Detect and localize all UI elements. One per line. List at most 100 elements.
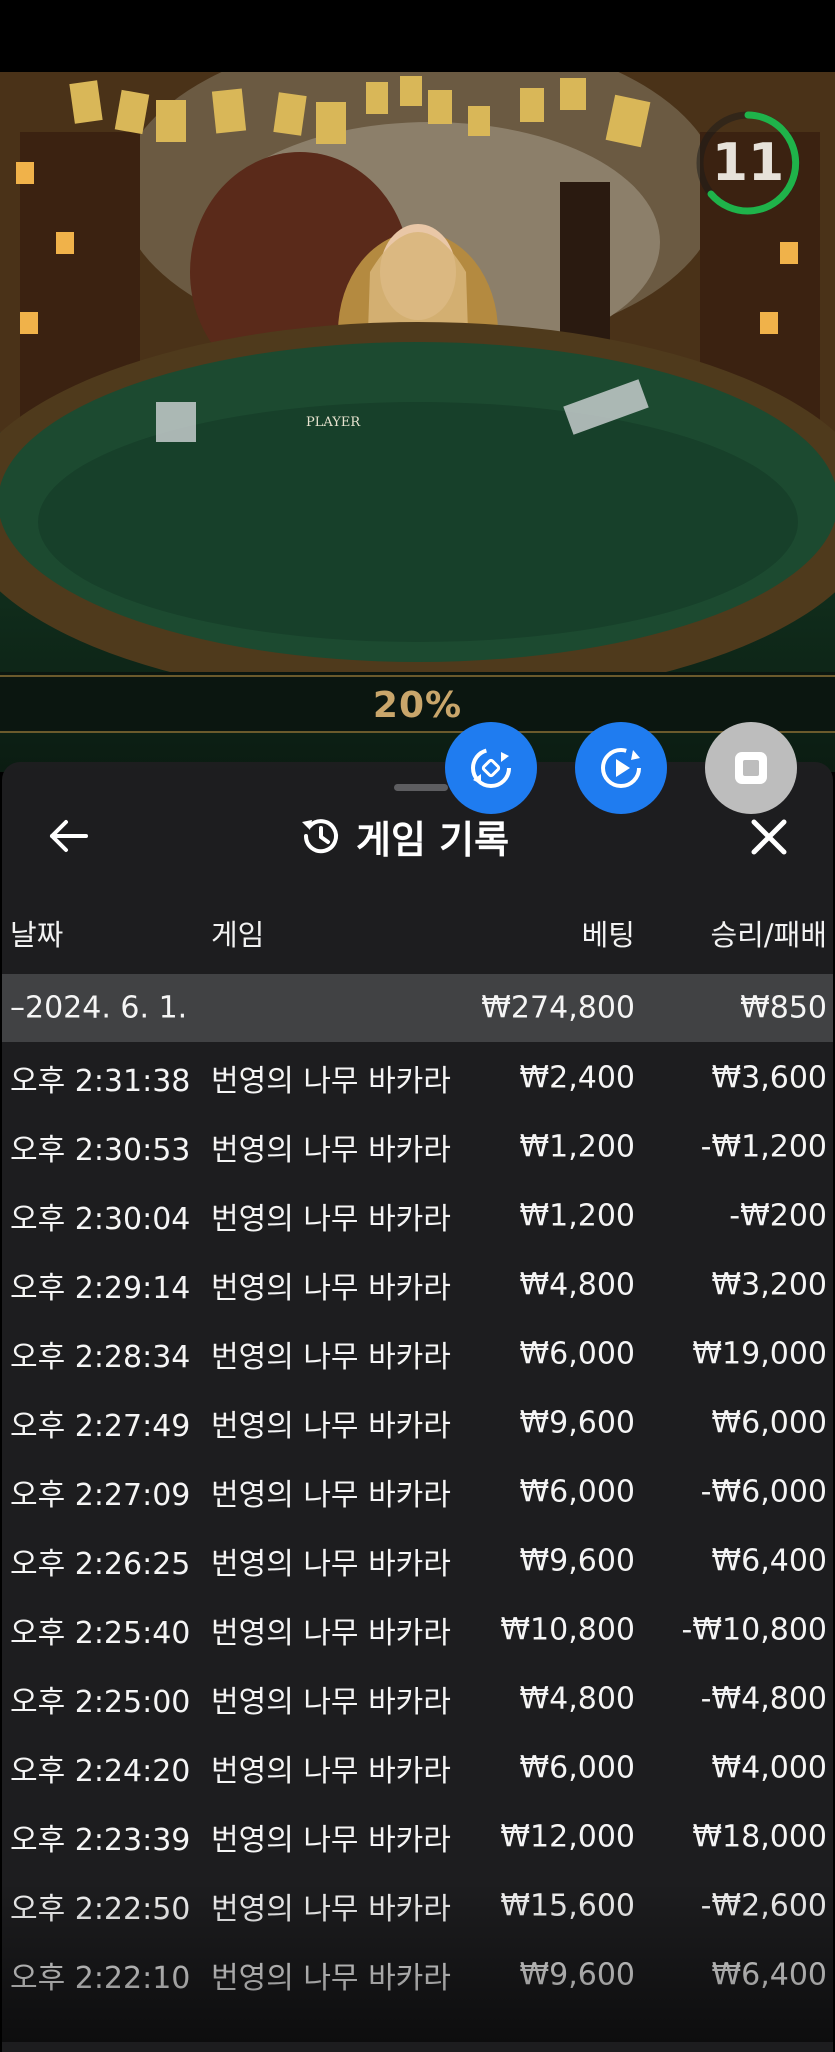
- row-bet: ₩1,200: [519, 1129, 635, 1164]
- history-row[interactable]: 오후 2:27:49 번영의 나무 바카라 ₩9,600 ₩6,000: [2, 1388, 833, 1457]
- row-game: 번영의 나무 바카라: [211, 1546, 451, 1582]
- row-result: -₩2,600: [700, 1888, 827, 1923]
- row-result: -₩200: [729, 1198, 827, 1233]
- history-row[interactable]: 오후 2:24:20 번영의 나무 바카라 ₩6,000 ₩4,000: [2, 1733, 833, 1802]
- history-row[interactable]: 오후 2:22:10 번영의 나무 바카라 ₩9,600 ₩6,400: [2, 1940, 833, 2009]
- row-game: 번영의 나무 바카라: [211, 1201, 451, 1237]
- drag-handle[interactable]: [394, 784, 448, 791]
- history-row[interactable]: 오후 2:26:25 번영의 나무 바카라 ₩9,600 ₩6,400: [2, 1526, 833, 1595]
- row-time: 오후 2:26:25: [10, 1546, 191, 1582]
- replay-icon: [601, 748, 641, 788]
- history-row[interactable]: 오후 2:23:39 번영의 나무 바카라 ₩12,000 ₩18,000: [2, 1802, 833, 1871]
- row-bet: ₩9,600: [519, 1405, 635, 1440]
- row-bet: ₩6,000: [519, 1336, 635, 1371]
- history-row[interactable]: 오후 2:30:53 번영의 나무 바카라 ₩1,200 -₩1,200: [2, 1112, 833, 1181]
- row-bet: ₩1,200: [519, 1198, 635, 1233]
- row-bet: ₩4,800: [519, 1681, 635, 1716]
- summary-bet: ₩274,800: [481, 990, 635, 1026]
- row-time: 오후 2:30:53: [10, 1132, 191, 1168]
- player-table-label: PLAYER: [306, 415, 361, 430]
- row-time: 오후 2:27:49: [10, 1408, 191, 1444]
- progress-percent: 20%: [372, 685, 463, 726]
- row-game: 번영의 나무 바카라: [211, 1753, 451, 1789]
- panel-title-text: 게임 기록: [356, 817, 510, 862]
- row-result: ₩4,000: [711, 1750, 827, 1785]
- history-row[interactable]: 오후 2:28:34 번영의 나무 바카라 ₩6,000 ₩19,000: [2, 1319, 833, 1388]
- history-row[interactable]: 오후 2:25:00 번영의 나무 바카라 ₩4,800 -₩4,800: [2, 1664, 833, 1733]
- row-result: ₩3,600: [711, 1060, 827, 1095]
- column-date[interactable]: 날짜: [10, 912, 63, 954]
- summary-result: ₩850: [740, 990, 827, 1026]
- history-list: –2024. 6. 1. ₩274,800 ₩850 오후 2:31:38 번영의…: [2, 974, 833, 2009]
- back-button[interactable]: [46, 814, 90, 858]
- row-time: 오후 2:24:20: [10, 1753, 191, 1789]
- row-result: ₩19,000: [692, 1336, 827, 1371]
- row-result: -₩10,800: [681, 1612, 827, 1647]
- row-game: 번영의 나무 바카라: [211, 1615, 451, 1651]
- row-game: 번영의 나무 바카라: [211, 1408, 451, 1444]
- history-row[interactable]: 오후 2:30:04 번영의 나무 바카라 ₩1,200 -₩200: [2, 1181, 833, 1250]
- replay-button[interactable]: [575, 722, 667, 814]
- game-history-panel: 게임 기록 날짜 게임 베팅 승리/패배 –2024. 6. 1. ₩274,8…: [2, 762, 833, 2052]
- row-time: 오후 2:22:50: [10, 1891, 191, 1927]
- row-result: -₩1,200: [700, 1129, 827, 1164]
- row-bet: ₩9,600: [519, 1957, 635, 1992]
- swap-view-button[interactable]: [445, 722, 537, 814]
- summary-date: –2024. 6. 1.: [10, 990, 188, 1026]
- round-timer: 11: [693, 108, 803, 218]
- row-result: -₩4,800: [700, 1681, 827, 1716]
- row-game: 번영의 나무 바카라: [211, 1339, 451, 1375]
- history-row[interactable]: 오후 2:25:40 번영의 나무 바카라 ₩10,800 -₩10,800: [2, 1595, 833, 1664]
- row-bet: ₩2,400: [519, 1060, 635, 1095]
- row-time: 오후 2:28:34: [10, 1339, 191, 1375]
- row-game: 번영의 나무 바카라: [211, 1891, 451, 1927]
- stop-button[interactable]: [705, 722, 797, 814]
- row-bet: ₩9,600: [519, 1543, 635, 1578]
- close-button[interactable]: [746, 814, 792, 860]
- row-time: 오후 2:22:10: [10, 1960, 191, 1996]
- row-bet: ₩15,600: [500, 1888, 635, 1923]
- row-bet: ₩10,800: [500, 1612, 635, 1647]
- row-result: ₩3,200: [711, 1267, 827, 1302]
- row-game: 번영의 나무 바카라: [211, 1684, 451, 1720]
- row-result: -₩6,000: [700, 1474, 827, 1509]
- close-icon: [751, 819, 787, 855]
- history-row[interactable]: 오후 2:31:38 번영의 나무 바카라 ₩2,400 ₩3,600: [2, 1043, 833, 1112]
- status-bar: [0, 0, 835, 72]
- row-time: 오후 2:30:04: [10, 1201, 191, 1237]
- row-result: ₩6,400: [711, 1543, 827, 1578]
- row-bet: ₩6,000: [519, 1750, 635, 1785]
- row-bet: ₩4,800: [519, 1267, 635, 1302]
- history-row[interactable]: 오후 2:22:50 번영의 나무 바카라 ₩15,600 -₩2,600: [2, 1871, 833, 1940]
- row-time: 오후 2:23:39: [10, 1822, 191, 1858]
- row-time: 오후 2:31:38: [10, 1063, 191, 1099]
- row-result: ₩18,000: [692, 1819, 827, 1854]
- row-time: 오후 2:27:09: [10, 1477, 191, 1513]
- history-row[interactable]: 오후 2:29:14 번영의 나무 바카라 ₩4,800 ₩3,200: [2, 1250, 833, 1319]
- row-game: 번영의 나무 바카라: [211, 1960, 451, 1996]
- row-time: 오후 2:29:14: [10, 1270, 191, 1306]
- row-bet: ₩6,000: [519, 1474, 635, 1509]
- live-video: PLAYER 11: [0, 72, 835, 772]
- row-game: 번영의 나무 바카라: [211, 1132, 451, 1168]
- column-result[interactable]: 승리/패배: [711, 912, 828, 954]
- timer-count: 11: [711, 133, 785, 193]
- column-bet[interactable]: 베팅: [582, 912, 635, 954]
- history-row[interactable]: 오후 2:27:09 번영의 나무 바카라 ₩6,000 -₩6,000: [2, 1457, 833, 1526]
- row-result: ₩6,400: [711, 1957, 827, 1992]
- row-bet: ₩12,000: [500, 1819, 635, 1854]
- stop-icon: [735, 752, 767, 784]
- history-icon: [302, 819, 338, 854]
- column-game[interactable]: 게임: [211, 912, 264, 954]
- column-headers: 날짜 게임 베팅 승리/패배: [2, 912, 833, 956]
- row-result: ₩6,000: [711, 1405, 827, 1440]
- row-game: 번영의 나무 바카라: [211, 1822, 451, 1858]
- date-summary-row[interactable]: –2024. 6. 1. ₩274,800 ₩850: [2, 974, 833, 1042]
- row-time: 오후 2:25:40: [10, 1615, 191, 1651]
- row-game: 번영의 나무 바카라: [211, 1477, 451, 1513]
- swap-icon: [471, 748, 511, 788]
- row-game: 번영의 나무 바카라: [211, 1270, 451, 1306]
- row-time: 오후 2:25:00: [10, 1684, 191, 1720]
- arrow-left-icon: [50, 820, 88, 852]
- panel-title: 게임 기록: [298, 808, 509, 864]
